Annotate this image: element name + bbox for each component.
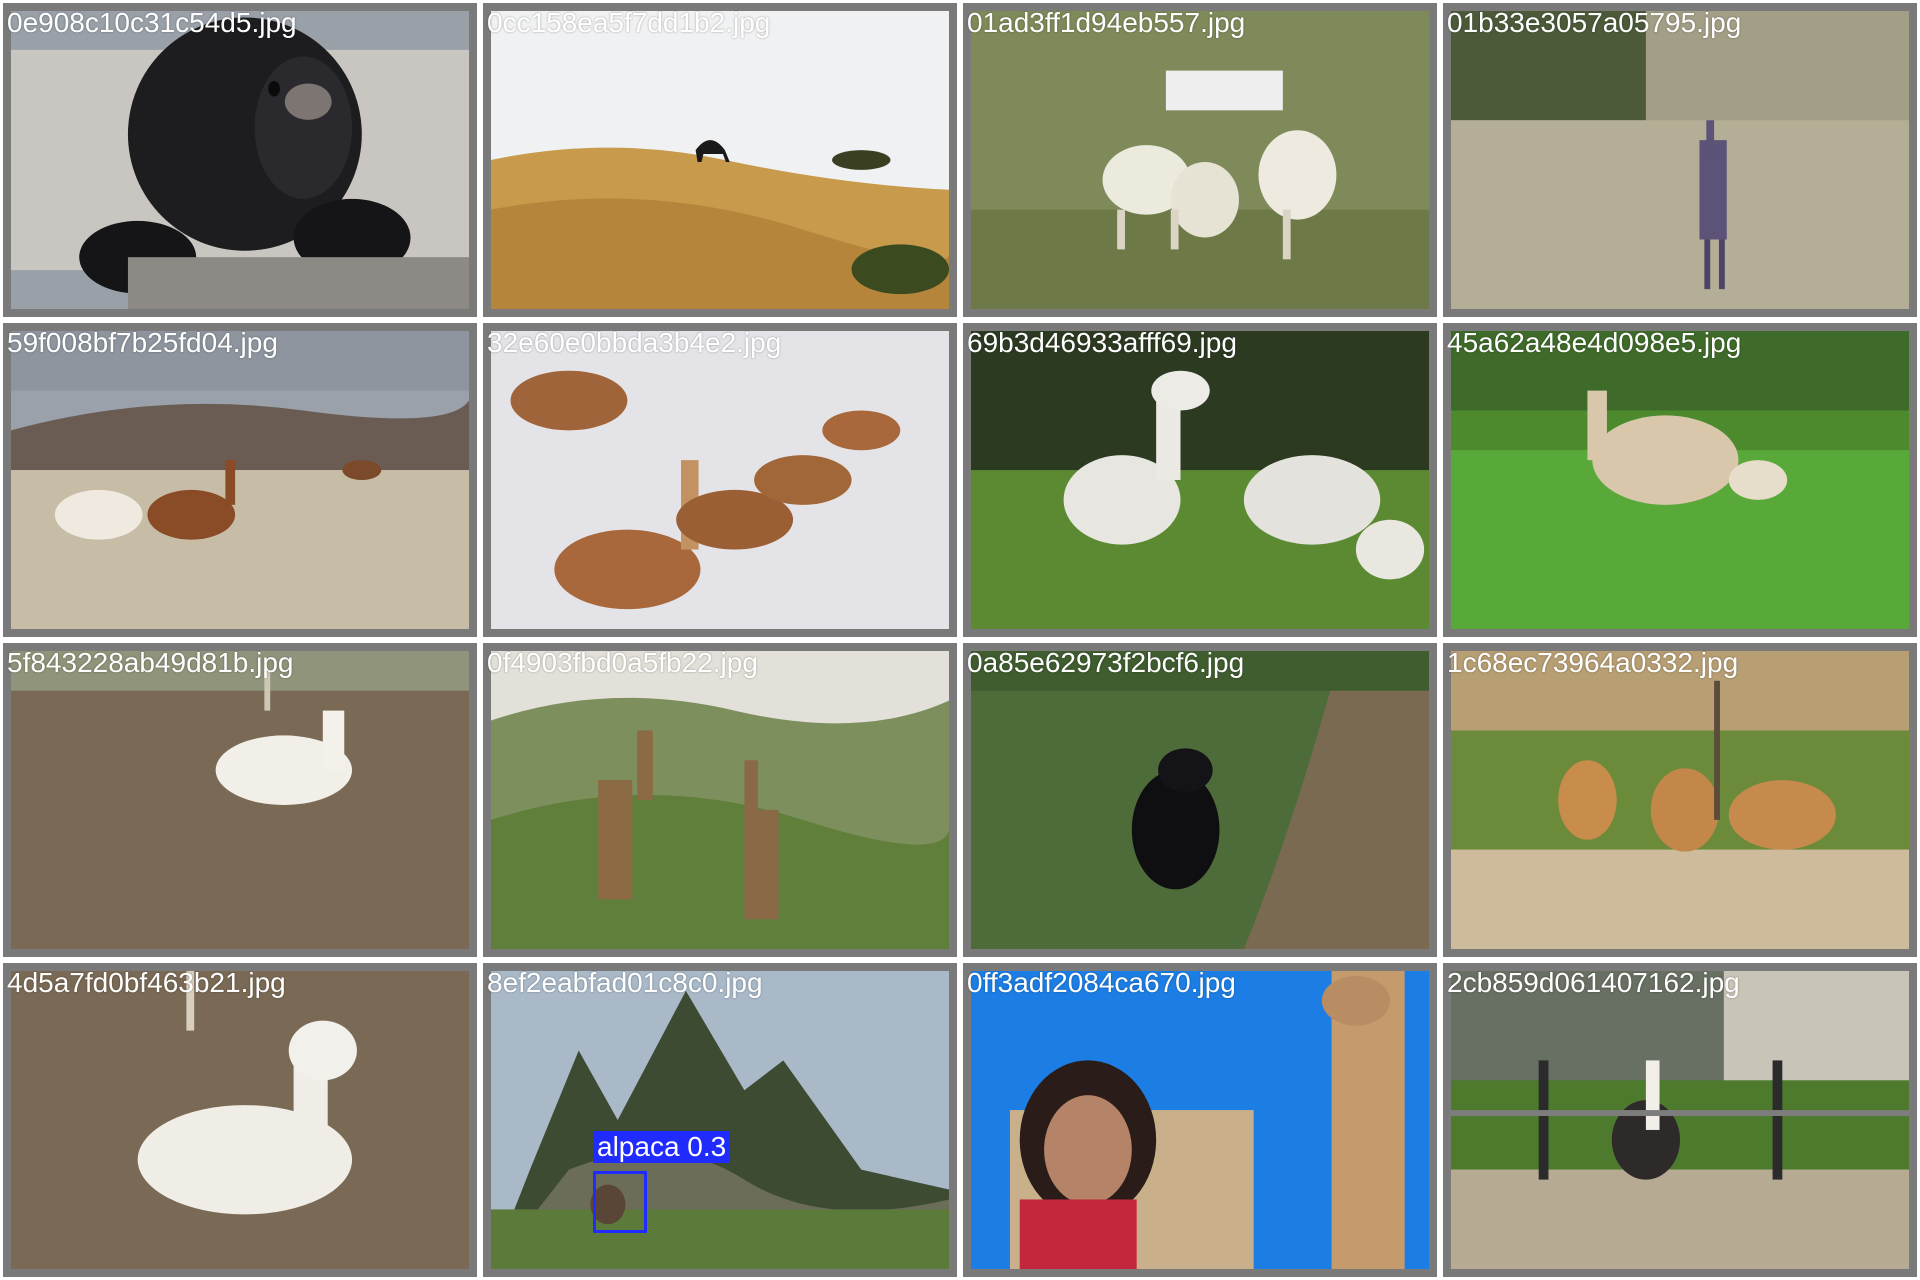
grid-cell: 01b33e3057a05795.jpg [1440,0,1920,320]
photo [491,971,949,1269]
machu-picchu-image [491,971,949,1269]
grid-cell: 1c68ec73964a0332.jpg [1440,640,1920,960]
photo [491,331,949,629]
grid-cell: 69b3d46933afff69.jpg [960,320,1440,640]
camel-dune-image [491,11,949,309]
detection-box [593,1171,647,1233]
photo [1451,651,1909,949]
photo [491,11,949,309]
grid-cell: 45a62a48e4d098e5.jpg [1440,320,1920,640]
grid-cell: 2cb859d061407162.jpg [1440,960,1920,1280]
detection-label: alpaca 0.3 [593,1131,731,1163]
camels-desert-image [1451,651,1909,949]
grid-cell: 0a85e62973f2bcf6.jpg [960,640,1440,960]
photo [11,331,469,629]
alpaca-grazing-image [1451,331,1909,629]
bear-closeup-image [11,11,469,309]
image-grid: 0e908c10c31c54d5.jpg 0cc158ea5f7dd1b2.jp… [0,0,1920,1280]
giraffe-grass-image [1451,11,1909,309]
photo [11,11,469,309]
photo [491,651,949,949]
photo [971,971,1429,1269]
llamas-steppe-image [11,331,469,629]
photo [971,331,1429,629]
grid-cell: 4d5a7fd0bf463b21.jpg [0,960,480,1280]
photo [1451,11,1909,309]
grid-cell: 8ef2eabfad01c8c0.jpg alpaca 0.3 [480,960,960,1280]
alpaca-resting-image [11,651,469,949]
photo [971,651,1429,949]
grid-cell: 0ff3adf2084ca670.jpg [960,960,1440,1280]
llama-farm-image [1451,971,1909,1269]
giraffe-woman-image [971,971,1429,1269]
grid-cell: 0cc158ea5f7dd1b2.jpg [480,0,960,320]
guanacos-snow-image [491,331,949,629]
photo [1451,331,1909,629]
photo [11,971,469,1269]
photo [1451,971,1909,1269]
photo [11,651,469,949]
grid-cell: 59f008bf7b25fd04.jpg [0,320,480,640]
grid-cell: 0e908c10c31c54d5.jpg [0,0,480,320]
grid-cell: 01ad3ff1d94eb557.jpg [960,0,1440,320]
grid-cell: 5f843228ab49d81b.jpg [0,640,480,960]
bear-forest-image [971,651,1429,949]
photo [971,11,1429,309]
grid-cell: 0f4903fbd0a5fb22.jpg [480,640,960,960]
grid-cell: 32e60e0bbda3b4e2.jpg [480,320,960,640]
lambs-sign-image [971,11,1429,309]
alpacas-white-image [971,331,1429,629]
giraffes-hills-image [491,651,949,949]
alpaca-lying-image [11,971,469,1269]
